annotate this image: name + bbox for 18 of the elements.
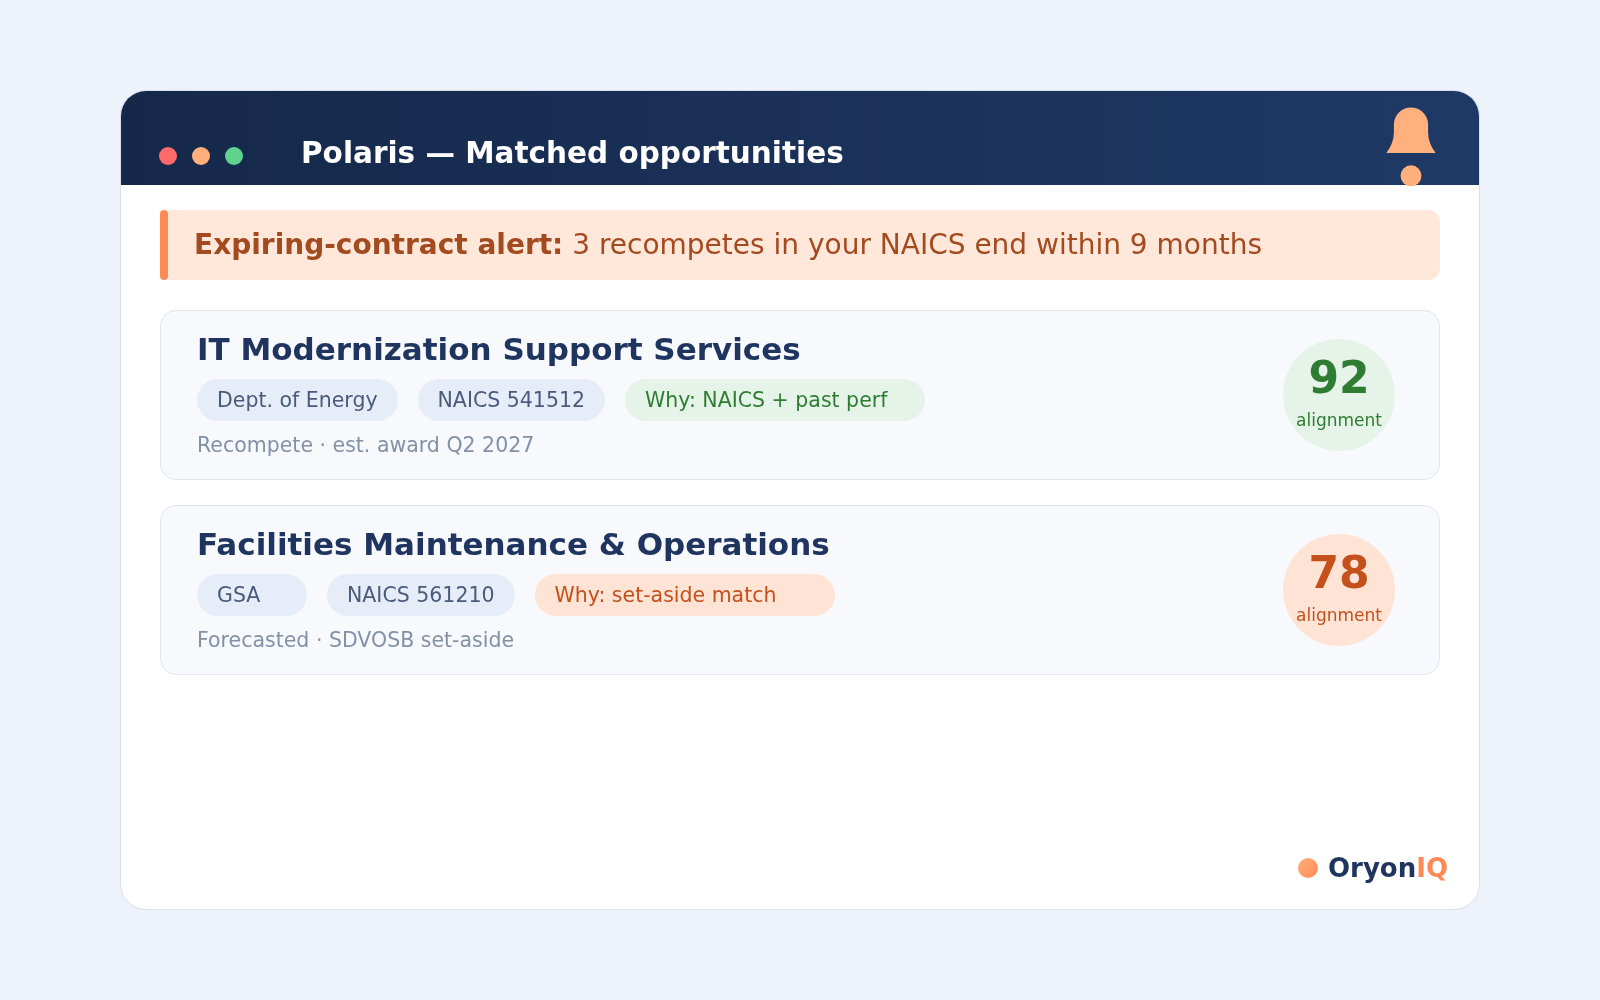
score-value: 92 [1308,356,1370,401]
opportunity-meta: Forecasted · SDVOSB set-aside [197,630,516,651]
brand-logo: OryonIQ [1327,855,1448,881]
agency-tag: NAICS 541512 [417,379,606,422]
agency-tag: GSA [197,574,307,617]
alert-accent-bar [160,210,168,280]
score-label: alignment [1296,604,1382,628]
opportunity-meta: Recompete · est. award Q2 2027 [197,435,536,456]
agency-tag: Dept. of Energy [197,379,398,422]
reason-tag: Why: NAICS + past perf [625,379,926,422]
score-label: alignment [1296,409,1382,433]
score-value: 78 [1308,551,1370,596]
agency-tag: NAICS 561210 [327,574,515,617]
reason-tag: Why: set-aside match [534,574,835,617]
opportunity-title: IT Modernization Support Services [197,334,802,366]
window-title: Polaris — Matched opportunities [301,138,844,168]
opportunity-title: Facilities Maintenance & Operations [197,529,831,561]
alert-message: Expiring-contract alert: 3 recompetes in your NAICS end within 9 months [194,227,1263,263]
